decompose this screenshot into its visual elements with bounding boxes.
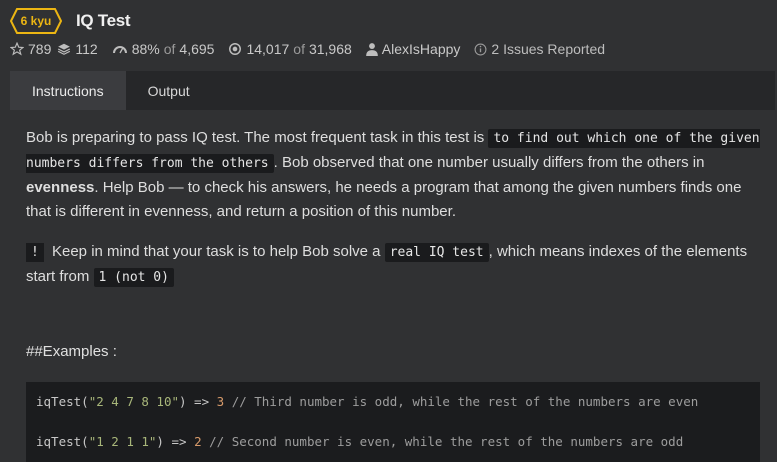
collections-count: 112 (75, 41, 98, 57)
stack-icon (57, 42, 71, 56)
exclamation-code: ! (26, 243, 44, 262)
code-comment: // Third number is odd, while the rest o… (224, 394, 699, 409)
attempted-count: 31,968 (308, 41, 352, 57)
description-panel: Instructions Output Bob is preparing to … (10, 71, 775, 462)
author-stat[interactable]: AlexIsHappy (365, 41, 461, 57)
description-paragraph-2: ! Keep in mind that your task is to help… (26, 240, 766, 290)
kyu-rank-badge: 6 kyu (10, 8, 62, 34)
code-string: "1 2 1 1" (88, 434, 157, 449)
info-circle-icon (474, 43, 487, 56)
code-comment: // Second number is even, while the rest… (201, 434, 684, 449)
code-function: iqTest( (36, 434, 89, 449)
code-arrow: ) => (156, 434, 195, 449)
code-line-2: iqTest("1 2 1 1") => 2 // Second number … (36, 434, 683, 449)
satisfaction-rate: 88% (131, 41, 160, 57)
code-string: "2 4 7 8 10" (88, 394, 179, 409)
author-name[interactable]: AlexIsHappy (382, 41, 461, 57)
satisfaction-votes: 4,695 (179, 41, 215, 57)
stars-count: 789 (28, 41, 52, 57)
panel-tabs: Instructions Output (10, 71, 775, 110)
user-icon (365, 42, 378, 56)
code-block: iqTest("2 4 7 8 10") => 3 // Third numbe… (26, 382, 760, 462)
code-line-1: iqTest("2 4 7 8 10") => 3 // Third numbe… (36, 394, 698, 409)
kata-title[interactable]: IQ Test (76, 11, 131, 31)
completed-count: 14,017 (246, 41, 290, 57)
satisfaction-stat: 88% of 4,695 (112, 41, 215, 57)
target-icon (228, 42, 242, 56)
issues-label[interactable]: 2 Issues Reported (491, 41, 605, 57)
gauge-icon (112, 42, 128, 56)
description-paragraph-1: Bob is preparing to pass IQ test. The mo… (26, 126, 766, 224)
star-icon (10, 42, 24, 56)
examples-heading: ##Examples : (26, 343, 117, 360)
tab-instructions[interactable]: Instructions (10, 71, 126, 110)
satisfaction-of-label: of (163, 41, 176, 57)
kata-stats: 789 112 88% of 4,695 14,017 of 31,968 Al… (10, 40, 619, 58)
issues-stat[interactable]: 2 Issues Reported (474, 41, 605, 57)
code-number: 2 (194, 434, 202, 449)
bold-text: evenness (26, 179, 95, 196)
code-function: iqTest( (36, 394, 89, 409)
inline-code: 1 (not 0) (93, 268, 174, 287)
paragraph-text: Bob is preparing to pass IQ test. The mo… (26, 129, 489, 146)
kyu-rank-label: 6 kyu (20, 14, 52, 28)
tab-output[interactable]: Output (126, 71, 212, 110)
paragraph-text: . Bob observed that one number usually d… (273, 154, 705, 171)
paragraph-text: . Help Bob — to check his answers, he ne… (26, 179, 742, 220)
instructions-content: Bob is preparing to pass IQ test. The mo… (10, 110, 775, 462)
completions-stat: 14,017 of 31,968 (228, 41, 352, 57)
inline-code: real IQ test (384, 243, 489, 262)
collections-stat[interactable]: 112 (57, 41, 98, 57)
completed-of-label: of (293, 41, 305, 57)
paragraph-text: Keep in mind that your task is to help B… (47, 243, 385, 260)
kata-header: 6 kyu IQ Test (10, 6, 777, 36)
stars-stat[interactable]: 789 (10, 41, 51, 57)
code-arrow: ) => (179, 394, 217, 409)
